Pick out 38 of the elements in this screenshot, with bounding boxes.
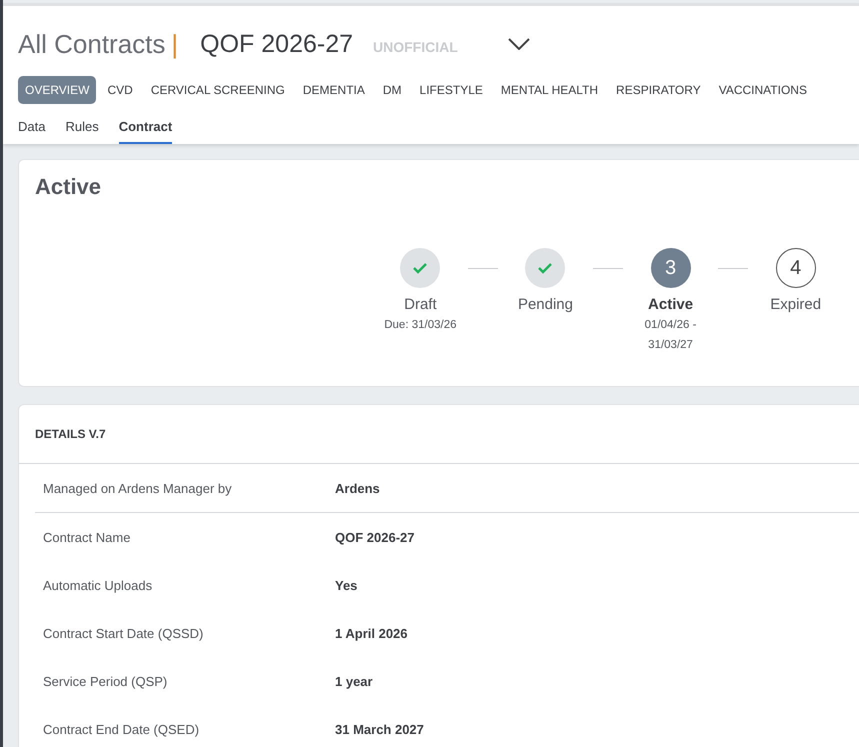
- category-tab[interactable]: LIFESTYLE: [412, 76, 490, 104]
- field-label: Contract End Date (QSED): [43, 722, 200, 736]
- view-tab[interactable]: Rules: [65, 114, 107, 144]
- field-value: 31 March 2027: [335, 722, 424, 736]
- step-label: Expired: [770, 296, 822, 313]
- field-value: Ardens: [335, 480, 380, 496]
- step-date: Due: 31/03/26: [383, 318, 458, 333]
- category-tab[interactable]: RESPIRATORY: [609, 76, 708, 104]
- view-tab[interactable]: Data: [18, 114, 54, 144]
- chevron-down-icon[interactable]: [508, 38, 530, 50]
- category-tab[interactable]: OVERVIEW: [18, 76, 96, 104]
- category-tab[interactable]: DEMENTIA: [296, 76, 372, 104]
- step-date: 01/04/26 - 31/03/27: [644, 318, 698, 353]
- category-tab[interactable]: CERVICAL SCREENING: [144, 76, 292, 104]
- view-tab[interactable]: Contract: [118, 114, 172, 144]
- field-label: Contract Start Date (QSSD): [43, 626, 204, 640]
- category-tab[interactable]: VACCINATIONS: [712, 76, 814, 104]
- status-title: Active: [35, 174, 102, 200]
- field-label: Contract Name: [43, 530, 132, 544]
- category-tab[interactable]: MENTAL HEALTH: [494, 76, 606, 104]
- field-value: 1 April 2026: [335, 626, 408, 640]
- step-label: Pending: [518, 296, 573, 313]
- breadcrumb-link[interactable]: All Contracts: [18, 28, 166, 60]
- step-label: Draft: [404, 296, 437, 313]
- field-label: Automatic Uploads: [43, 578, 154, 592]
- field-label: Service Period (QSP): [43, 674, 168, 688]
- step-number: 4: [776, 248, 816, 288]
- contract-title: QOF 2026-27: [200, 30, 354, 58]
- field-value: QOF 2026-27: [335, 530, 414, 544]
- category-tab[interactable]: CVD: [100, 76, 140, 104]
- field-label: Managed on Ardens Manager by: [43, 480, 233, 496]
- step-label: Active: [648, 296, 694, 313]
- details-title: DETAILS V.7: [35, 427, 106, 441]
- step-number: 3: [650, 248, 691, 288]
- separator: |: [171, 28, 178, 60]
- field-value: 1 year: [335, 674, 373, 688]
- category-tab[interactable]: DM: [376, 76, 409, 104]
- field-value: Yes: [335, 578, 358, 592]
